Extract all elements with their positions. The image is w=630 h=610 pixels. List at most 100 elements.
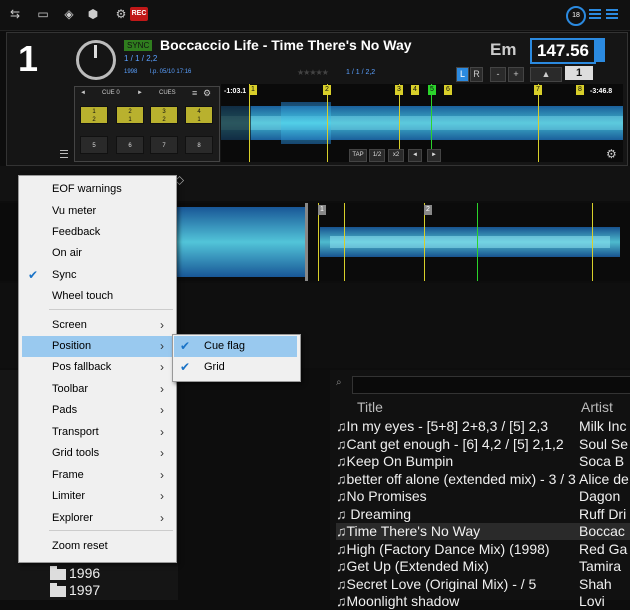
- cue-marker-5[interactable]: 5: [428, 85, 436, 95]
- menu-item-label: Transport: [52, 426, 99, 438]
- folder-item[interactable]: 1996: [50, 565, 100, 581]
- search-input[interactable]: [352, 376, 630, 394]
- music-note-icon: ♫: [336, 488, 347, 504]
- layout-icon[interactable]: [589, 9, 601, 11]
- table-row[interactable]: ♫No Promises Dagon: [336, 488, 630, 505]
- pad-menu-icon[interactable]: ≡: [192, 88, 197, 98]
- nudge-left-button[interactable]: ◄: [408, 149, 422, 162]
- left-channel-button[interactable]: L: [456, 67, 469, 82]
- double-button[interactable]: x2: [388, 149, 404, 162]
- pad-next-icon[interactable]: ►: [137, 90, 143, 96]
- menu-item-wheel-touch[interactable]: Wheel touch: [22, 286, 175, 307]
- menu-item-vu-meter[interactable]: Vu meter: [22, 201, 175, 222]
- table-row[interactable]: ♫In my eyes - [5+8] 2+8,3 / [5] 2,3 Milk …: [336, 418, 630, 435]
- pad-6[interactable]: 6: [116, 136, 144, 154]
- menu-item-pads[interactable]: Pads ›: [22, 400, 175, 421]
- gain-knob[interactable]: [76, 40, 116, 80]
- menu-item-position[interactable]: Position ›: [22, 336, 175, 357]
- cue-marker-6[interactable]: 6: [444, 85, 452, 95]
- menu-item-explorer[interactable]: Explorer ›: [22, 508, 175, 529]
- menu-item-zoom-reset[interactable]: Zoom reset: [22, 536, 175, 557]
- last-played: l.p. 05/10 17:16: [150, 69, 192, 75]
- search-icon[interactable]: ⌕: [336, 377, 342, 388]
- table-row[interactable]: ♫Get Up (Extended Mix) Tamira: [336, 558, 630, 575]
- submenu-item-cue-flag[interactable]: ✔ Cue flag: [174, 336, 297, 357]
- table-row[interactable]: ♫Secret Love (Original Mix) - / 5 Shah: [336, 576, 630, 593]
- broadcast-icon[interactable]: ◈: [62, 8, 76, 20]
- pitch-minus-button[interactable]: -: [490, 67, 506, 82]
- pad-2[interactable]: 21: [116, 106, 144, 124]
- pad-5[interactable]: 5: [80, 136, 108, 154]
- submenu-item-label: Grid: [204, 361, 225, 373]
- pitch-value[interactable]: 1: [565, 66, 593, 80]
- top-toolbar: ⇆ ▭ ◈ ⬢ ⚙ REC 18: [0, 0, 630, 31]
- right-channel-button[interactable]: R: [470, 67, 483, 82]
- cube-icon[interactable]: ⬢: [86, 8, 100, 20]
- waveform-overview[interactable]: [221, 84, 623, 162]
- table-row[interactable]: ♫High (Factory Dance Mix) (1998) Red Ga: [336, 541, 630, 558]
- column-header-artist[interactable]: Artist: [581, 399, 613, 415]
- cue-marker-2[interactable]: 2: [323, 85, 331, 95]
- tap-button[interactable]: TAP: [349, 149, 367, 162]
- clock-icon[interactable]: 18: [566, 6, 586, 26]
- window-icon[interactable]: ▭: [36, 8, 50, 20]
- menu-item-limiter[interactable]: Limiter ›: [22, 486, 175, 507]
- deck-menu-icon[interactable]: [60, 150, 68, 158]
- pad-3[interactable]: 32: [150, 106, 178, 124]
- pad-prev-icon[interactable]: ◄: [80, 90, 86, 96]
- table-row[interactable]: ♫better off alone (extended mix) - 3 / 3…: [336, 471, 630, 488]
- pad-4[interactable]: 41: [185, 106, 213, 124]
- half-button[interactable]: 1/2: [369, 149, 385, 162]
- bpm-side-bar[interactable]: [595, 38, 605, 62]
- sync-badge[interactable]: SYNC: [124, 40, 153, 51]
- menu-item-label: Feedback: [52, 226, 101, 238]
- list-icon[interactable]: [606, 9, 618, 11]
- cue-marker-3[interactable]: 3: [395, 85, 403, 95]
- cue-marker-7[interactable]: 7: [534, 85, 542, 95]
- waveform-settings-icon[interactable]: ⚙: [606, 147, 617, 161]
- nudge-right-button[interactable]: ►: [427, 149, 441, 162]
- track-subtitle: 1 / 1 / 2,2: [124, 54, 158, 63]
- menu-item-eof-warnings[interactable]: EOF warnings: [22, 179, 175, 200]
- pad-8[interactable]: 8: [185, 136, 213, 154]
- folder-item[interactable]: 1997: [50, 582, 100, 598]
- pitch-up-button[interactable]: ▲: [530, 67, 562, 82]
- table-row[interactable]: ♫Moonlight shadow Lovi: [336, 593, 630, 610]
- menu-item-screen[interactable]: Screen ›: [22, 315, 175, 336]
- gear-icon[interactable]: ⚙: [114, 8, 128, 20]
- menu-item-label: Explorer: [52, 512, 93, 524]
- menu-item-feedback[interactable]: Feedback: [22, 222, 175, 243]
- folder-icon: [50, 565, 66, 580]
- mixer-icon[interactable]: ⇆: [8, 8, 22, 20]
- cue-marker-8[interactable]: 8: [576, 85, 584, 95]
- pad-settings-icon[interactable]: ⚙: [203, 88, 211, 99]
- pad-1[interactable]: 12: [80, 106, 108, 124]
- grid-marker-1[interactable]: 1: [318, 205, 326, 215]
- cue-marker-4[interactable]: 4: [411, 85, 419, 95]
- bpm-display[interactable]: 147.56: [530, 38, 596, 64]
- record-button[interactable]: REC: [130, 7, 148, 21]
- key-display: Em: [490, 40, 517, 59]
- menu-item-grid-tools[interactable]: Grid tools ›: [22, 443, 175, 464]
- menu-item-sync[interactable]: ✔ Sync: [22, 265, 175, 286]
- submenu-item-grid[interactable]: ✔ Grid: [174, 357, 297, 378]
- column-header-title[interactable]: Title: [357, 399, 383, 415]
- pad-7[interactable]: 7: [150, 136, 178, 154]
- menu-item-transport[interactable]: Transport ›: [22, 422, 175, 443]
- checkmark-icon: ✔: [180, 360, 191, 374]
- table-row[interactable]: ♫Cant get enough - [6] 4,2 / [5] 2,1,2 So…: [336, 436, 630, 453]
- chevron-right-icon: ›: [160, 339, 164, 353]
- music-note-icon: ♫: [336, 576, 347, 592]
- menu-item-pos-fallback[interactable]: Pos fallback ›: [22, 357, 175, 378]
- menu-item-on-air[interactable]: On air: [22, 243, 175, 264]
- table-row-selected[interactable]: ♫Time There's No Way Boccac: [336, 523, 630, 540]
- menu-item-frame[interactable]: Frame ›: [22, 465, 175, 486]
- rating-stars-icon[interactable]: ★★★★★: [297, 68, 329, 77]
- grid-marker-2[interactable]: 2: [424, 205, 432, 215]
- table-row[interactable]: ♫Keep On Bumpin Soca B: [336, 453, 630, 470]
- cue-marker-1[interactable]: 1: [249, 85, 257, 95]
- table-row[interactable]: ♫ Dreaming Ruff Dri: [336, 506, 630, 523]
- pitch-plus-button[interactable]: +: [508, 67, 524, 82]
- menu-item-toolbar[interactable]: Toolbar ›: [22, 379, 175, 400]
- checkmark-icon: ✔: [28, 268, 39, 282]
